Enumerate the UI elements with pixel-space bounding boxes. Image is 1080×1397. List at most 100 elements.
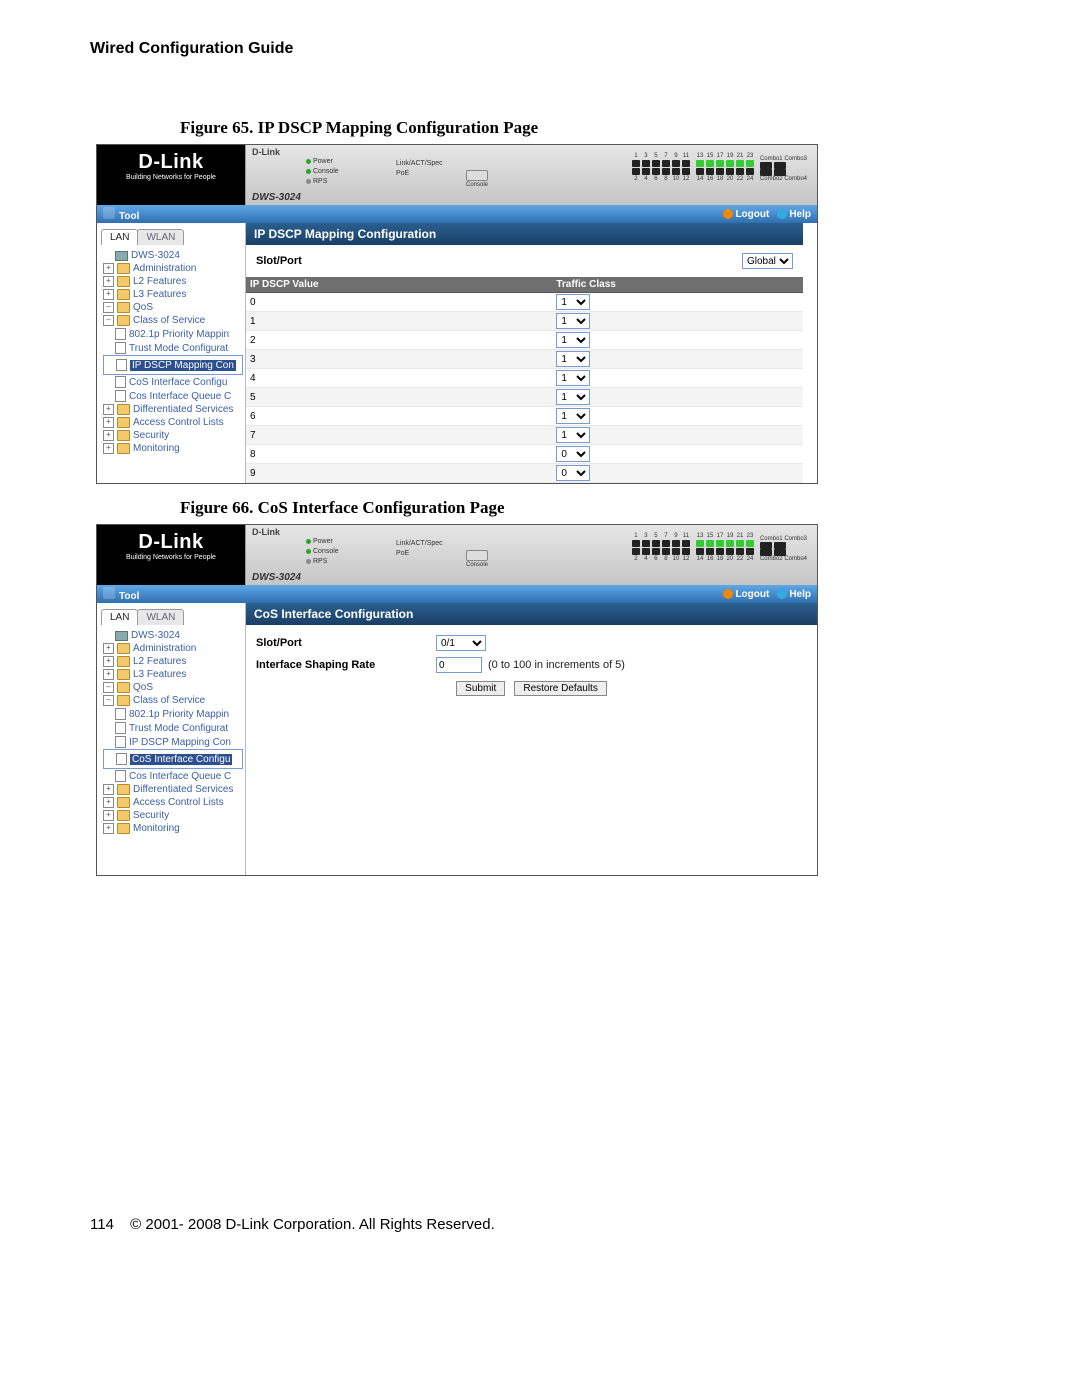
tree-cosif[interactable]: CoS Interface Configu <box>103 375 243 389</box>
rate-input[interactable] <box>436 657 482 673</box>
table-row: 71 <box>246 426 803 445</box>
console-port: Console <box>466 549 488 568</box>
tree-qos[interactable]: –QoS <box>103 681 243 694</box>
tree-l3[interactable]: +L3 Features <box>103 288 243 301</box>
traffic-class-select[interactable]: 1 <box>556 370 590 386</box>
status-leds-2: Link/ACT/Spec PoE <box>396 159 443 179</box>
slotport-select[interactable]: Global <box>742 253 793 269</box>
tree-root[interactable]: DWS-3024 <box>103 249 243 262</box>
tree-trust[interactable]: Trust Mode Configurat <box>103 341 243 355</box>
dscp-value: 5 <box>246 388 552 407</box>
help-icon <box>777 209 787 219</box>
brand-tagline: Building Networks for People <box>97 554 245 561</box>
tree-qos[interactable]: –QoS <box>103 301 243 314</box>
tab-lan[interactable]: LAN <box>101 609 138 625</box>
tree-mon[interactable]: +Monitoring <box>103 442 243 455</box>
traffic-class-select[interactable]: 1 <box>556 294 590 310</box>
content-panel: IP DSCP Mapping Configuration Slot/Port … <box>246 223 817 484</box>
tree-l3[interactable]: +L3 Features <box>103 668 243 681</box>
tool-menu[interactable]: Tool <box>103 207 139 222</box>
slotport-select[interactable]: 0/1 <box>436 635 486 651</box>
logout-icon <box>723 209 733 219</box>
tree-admin[interactable]: +Administration <box>103 642 243 655</box>
table-row: 100 <box>246 483 803 485</box>
traffic-class-select[interactable]: 1 <box>556 408 590 424</box>
table-row: 21 <box>246 331 803 350</box>
console-port: Console <box>466 169 488 188</box>
table-row: 80 <box>246 445 803 464</box>
tool-menu[interactable]: Tool <box>103 587 139 602</box>
col-tc: Traffic Class <box>552 277 803 293</box>
help-button[interactable]: Help <box>777 209 811 220</box>
combo-label-bot: Combo2 Combo4 <box>760 556 807 562</box>
brand-name: D-Link <box>97 531 245 554</box>
logout-button[interactable]: Logout <box>723 209 769 220</box>
traffic-class-select[interactable]: 1 <box>556 427 590 443</box>
status-leds-2: Link/ACT/Spec PoE <box>396 539 443 559</box>
tree-root[interactable]: DWS-3024 <box>103 629 243 642</box>
tree-cos[interactable]: –Class of Service <box>103 314 243 327</box>
tree-sec[interactable]: +Security <box>103 429 243 442</box>
col-dscp: IP DSCP Value <box>246 277 552 293</box>
submit-button[interactable]: Submit <box>456 681 505 696</box>
traffic-class-select[interactable]: 0 <box>556 465 590 481</box>
tab-lan[interactable]: LAN <box>101 229 138 245</box>
tool-icon <box>103 207 115 219</box>
restore-button[interactable]: Restore Defaults <box>514 681 606 696</box>
traffic-class-select[interactable]: 1 <box>556 332 590 348</box>
traffic-class-select[interactable]: 1 <box>556 351 590 367</box>
dscp-value: 6 <box>246 407 552 426</box>
tree-8021p[interactable]: 802.1p Priority Mappin <box>103 327 243 341</box>
tree-l2[interactable]: +L2 Features <box>103 655 243 668</box>
toolbar: Tool Logout Help <box>97 205 817 223</box>
tree-diff[interactable]: +Differentiated Services <box>103 783 243 796</box>
figure-65-title: IP DSCP Mapping Configuration Page <box>258 118 539 137</box>
nav-tree: DWS-3024 +Administration +L2 Features +L… <box>97 627 245 837</box>
logout-button[interactable]: Logout <box>723 589 769 600</box>
panel-title: IP DSCP Mapping Configuration <box>246 223 803 245</box>
traffic-class-select[interactable]: 1 <box>556 313 590 329</box>
port-diagram: 1357911 24681012 131517192123 1416182022… <box>632 533 807 562</box>
sidebar: LAN WLAN DWS-3024 +Administration +L2 Fe… <box>97 223 246 484</box>
status-leds: Power Console RPS <box>306 157 339 187</box>
tree-diff[interactable]: +Differentiated Services <box>103 403 243 416</box>
panel-title: CoS Interface Configuration <box>246 603 817 625</box>
device-panel: D-Link DWS-3024 Power Console RPS Link/A… <box>245 145 817 205</box>
traffic-class-select[interactable]: 0 <box>556 446 590 462</box>
tree-l2[interactable]: +L2 Features <box>103 275 243 288</box>
tree-cos[interactable]: –Class of Service <box>103 694 243 707</box>
tab-wlan[interactable]: WLAN <box>137 229 184 245</box>
rate-label: Interface Shaping Rate <box>256 659 436 671</box>
tree-cosq[interactable]: Cos Interface Queue C <box>103 389 243 403</box>
tree-trust[interactable]: Trust Mode Configurat <box>103 721 243 735</box>
device-model: DWS-3024 <box>252 572 301 583</box>
table-row: 61 <box>246 407 803 426</box>
content-panel: CoS Interface Configuration Slot/Port 0/… <box>246 603 817 876</box>
tree-dscp[interactable]: IP DSCP Mapping Con <box>103 735 243 749</box>
device-panel: D-Link DWS-3024 Power Console RPS Link/A… <box>245 525 817 585</box>
tree-dscp[interactable]: IP DSCP Mapping Con <box>103 355 243 375</box>
tree-admin[interactable]: +Administration <box>103 262 243 275</box>
device-brand: D-Link <box>252 147 280 157</box>
traffic-class-select[interactable]: 1 <box>556 389 590 405</box>
help-button[interactable]: Help <box>777 589 811 600</box>
tree-acl[interactable]: +Access Control Lists <box>103 416 243 429</box>
page-footer: 114 © 2001- 2008 D-Link Corporation. All… <box>90 1216 990 1233</box>
device-brand: D-Link <box>252 527 280 537</box>
copyright: © 2001- 2008 D-Link Corporation. All Rig… <box>130 1216 495 1233</box>
tree-cosq[interactable]: Cos Interface Queue C <box>103 769 243 783</box>
tree-mon[interactable]: +Monitoring <box>103 822 243 835</box>
table-row: 01 <box>246 293 803 312</box>
tree-8021p[interactable]: 802.1p Priority Mappin <box>103 707 243 721</box>
tab-wlan[interactable]: WLAN <box>137 609 184 625</box>
tree-cosif[interactable]: CoS Interface Configu <box>103 749 243 769</box>
figure-65-screenshot: D-Link Building Networks for People D-Li… <box>96 144 818 484</box>
page-number: 114 <box>90 1216 126 1233</box>
figure-66-screenshot: D-Link Building Networks for People D-Li… <box>96 524 818 876</box>
slotport-label: Slot/Port <box>256 637 436 649</box>
tree-sec[interactable]: +Security <box>103 809 243 822</box>
figure-66-label: Figure 66. <box>180 498 253 517</box>
tree-acl[interactable]: +Access Control Lists <box>103 796 243 809</box>
brand-name: D-Link <box>97 151 245 174</box>
sidebar: LAN WLAN DWS-3024 +Administration +L2 Fe… <box>97 603 246 876</box>
